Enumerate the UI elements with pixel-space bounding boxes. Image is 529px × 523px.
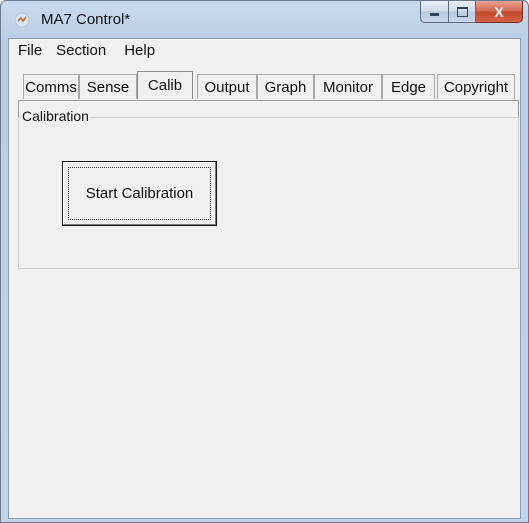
tab-edge[interactable]: Edge <box>382 74 435 99</box>
app-window: MA7 Control* X File Section Help Comms S… <box>0 0 529 523</box>
maximize-button[interactable] <box>449 1 476 23</box>
groupbox-label: Calibration <box>21 108 90 124</box>
start-calibration-button[interactable]: Start Calibration <box>62 161 217 226</box>
minimize-button[interactable] <box>420 1 449 23</box>
maximize-icon <box>456 6 468 17</box>
menu-bar: File Section Help <box>9 39 520 61</box>
minimize-icon <box>430 13 439 16</box>
caption-buttons: X <box>420 1 523 23</box>
menu-help[interactable]: Help <box>119 42 160 59</box>
tab-monitor[interactable]: Monitor <box>314 74 382 99</box>
tab-output[interactable]: Output <box>197 74 257 99</box>
close-button[interactable]: X <box>476 1 523 23</box>
tab-graph[interactable]: Graph <box>257 74 314 99</box>
focus-rectangle <box>68 167 211 220</box>
tab-strip: Comms Sense Calib Output Graph Monitor E… <box>17 71 520 100</box>
app-icon <box>14 12 30 28</box>
tab-sense[interactable]: Sense <box>79 74 137 99</box>
tab-copyright[interactable]: Copyright <box>437 74 515 99</box>
window-title: MA7 Control* <box>41 11 131 28</box>
tab-comms[interactable]: Comms <box>23 74 79 99</box>
title-bar[interactable]: MA7 Control* X <box>1 1 528 37</box>
menu-file[interactable]: File <box>13 42 47 59</box>
client-area: File Section Help Comms Sense Calib Outp… <box>8 38 521 519</box>
menu-section[interactable]: Section <box>51 42 111 59</box>
tab-calib[interactable]: Calib <box>137 71 193 99</box>
close-icon: X <box>494 3 504 20</box>
